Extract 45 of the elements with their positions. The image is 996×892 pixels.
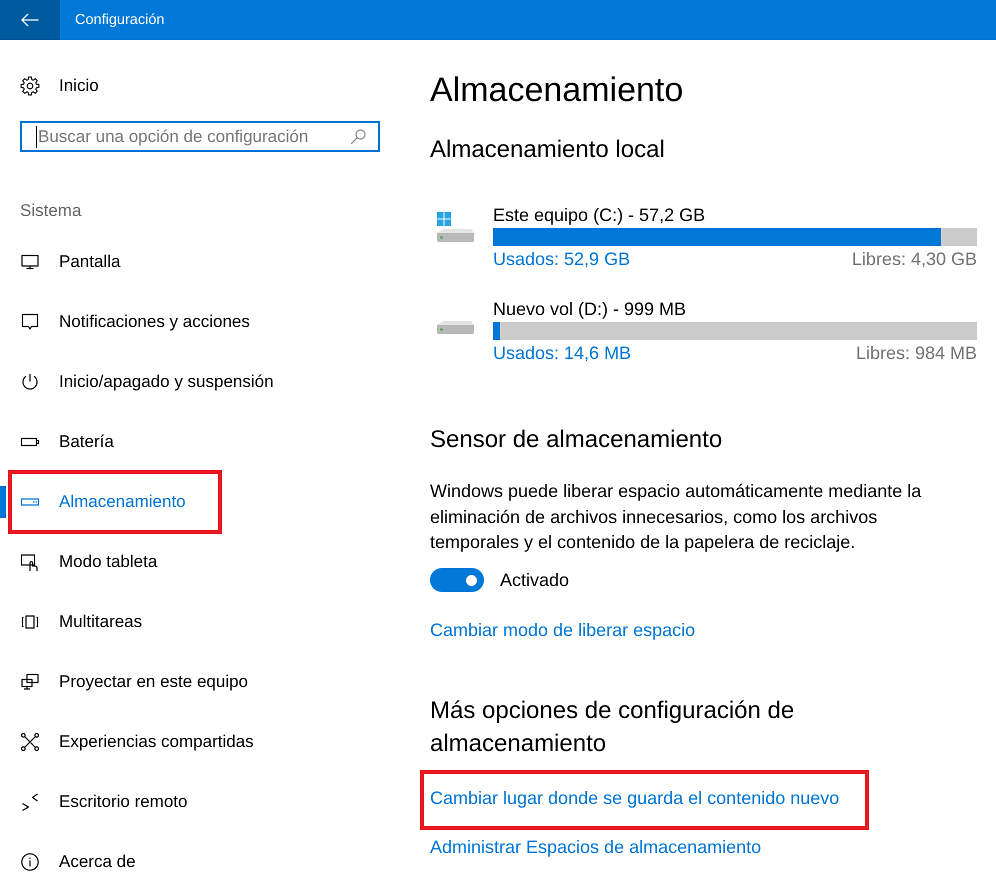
nav-item[interactable]: Multitareas	[20, 612, 142, 632]
page-title: Almacenamiento	[430, 70, 684, 110]
settings-link[interactable]: Cambiar lugar donde se guarda el contenido nuevo	[420, 770, 870, 830]
search-icon	[350, 128, 366, 144]
used-space: Usados: 52,9 GB	[493, 248, 630, 270]
power-icon	[20, 372, 40, 392]
drive-name: Este equipo (C:) - 57,2 GB	[493, 204, 706, 226]
free-space: Libres: 984 MB	[856, 342, 977, 364]
section-heading: Sensor de almacenamiento	[430, 425, 724, 455]
window-title: Configuración	[75, 12, 164, 28]
two-monitors-icon	[20, 672, 40, 692]
nav-item[interactable]: Experiencias compartidas	[20, 732, 254, 752]
monitor-icon	[20, 252, 40, 272]
description: Windows puede liberar espacio automáticamente mediante la eliminación de archivos innecesarios, como los archivos temporales y el contenido de la papelera de reciclaje.	[430, 480, 922, 554]
nav-item[interactable]: Escritorio remoto	[20, 792, 188, 812]
nav-item[interactable]: Almacenamiento	[8, 470, 222, 534]
speech-bubble-icon	[20, 312, 40, 332]
nav-item[interactable]: Inicio/apagado y suspensión	[20, 372, 274, 392]
settings-link[interactable]: Administrar Espacios de almacenamiento	[430, 835, 762, 859]
home-link[interactable]: Inicio	[20, 71, 99, 101]
nav-item[interactable]: Batería	[20, 432, 114, 452]
nav-item[interactable]: Proyectar en este equipo	[20, 672, 248, 692]
nav-item[interactable]: Acerca de	[20, 852, 136, 872]
info-icon	[20, 852, 40, 872]
remote-arrows-icon	[20, 792, 40, 812]
gear-icon	[20, 76, 40, 96]
nav-item[interactable]: Notificaciones y acciones	[20, 312, 250, 332]
text-cursor-icon	[36, 126, 37, 148]
search-field[interactable]: Buscar una opción de configuración	[20, 121, 380, 152]
section-label: Sistema	[20, 200, 82, 222]
nav-item[interactable]: Modo tableta	[20, 552, 158, 572]
tablet-hand-icon	[20, 552, 40, 572]
section-heading: Más opciones de configuración de almacenamiento	[430, 696, 796, 758]
toggle-switch[interactable]	[430, 568, 484, 592]
nav-item[interactable]: Pantalla	[20, 252, 120, 272]
section-heading: Almacenamiento local	[430, 135, 666, 165]
drive-name: Nuevo vol (D:) - 999 MB	[493, 298, 688, 320]
settings-link[interactable]: Cambiar modo de liberar espacio	[430, 618, 696, 642]
toggle-label: Activado	[500, 569, 570, 592]
free-space: Libres: 4,30 GB	[852, 248, 977, 270]
used-space: Usados: 14,6 MB	[493, 342, 632, 364]
back-arrow-icon	[21, 13, 39, 27]
toggle-thumb	[466, 574, 477, 586]
drive-icon	[435, 320, 475, 336]
connected-nodes-icon	[20, 732, 40, 752]
